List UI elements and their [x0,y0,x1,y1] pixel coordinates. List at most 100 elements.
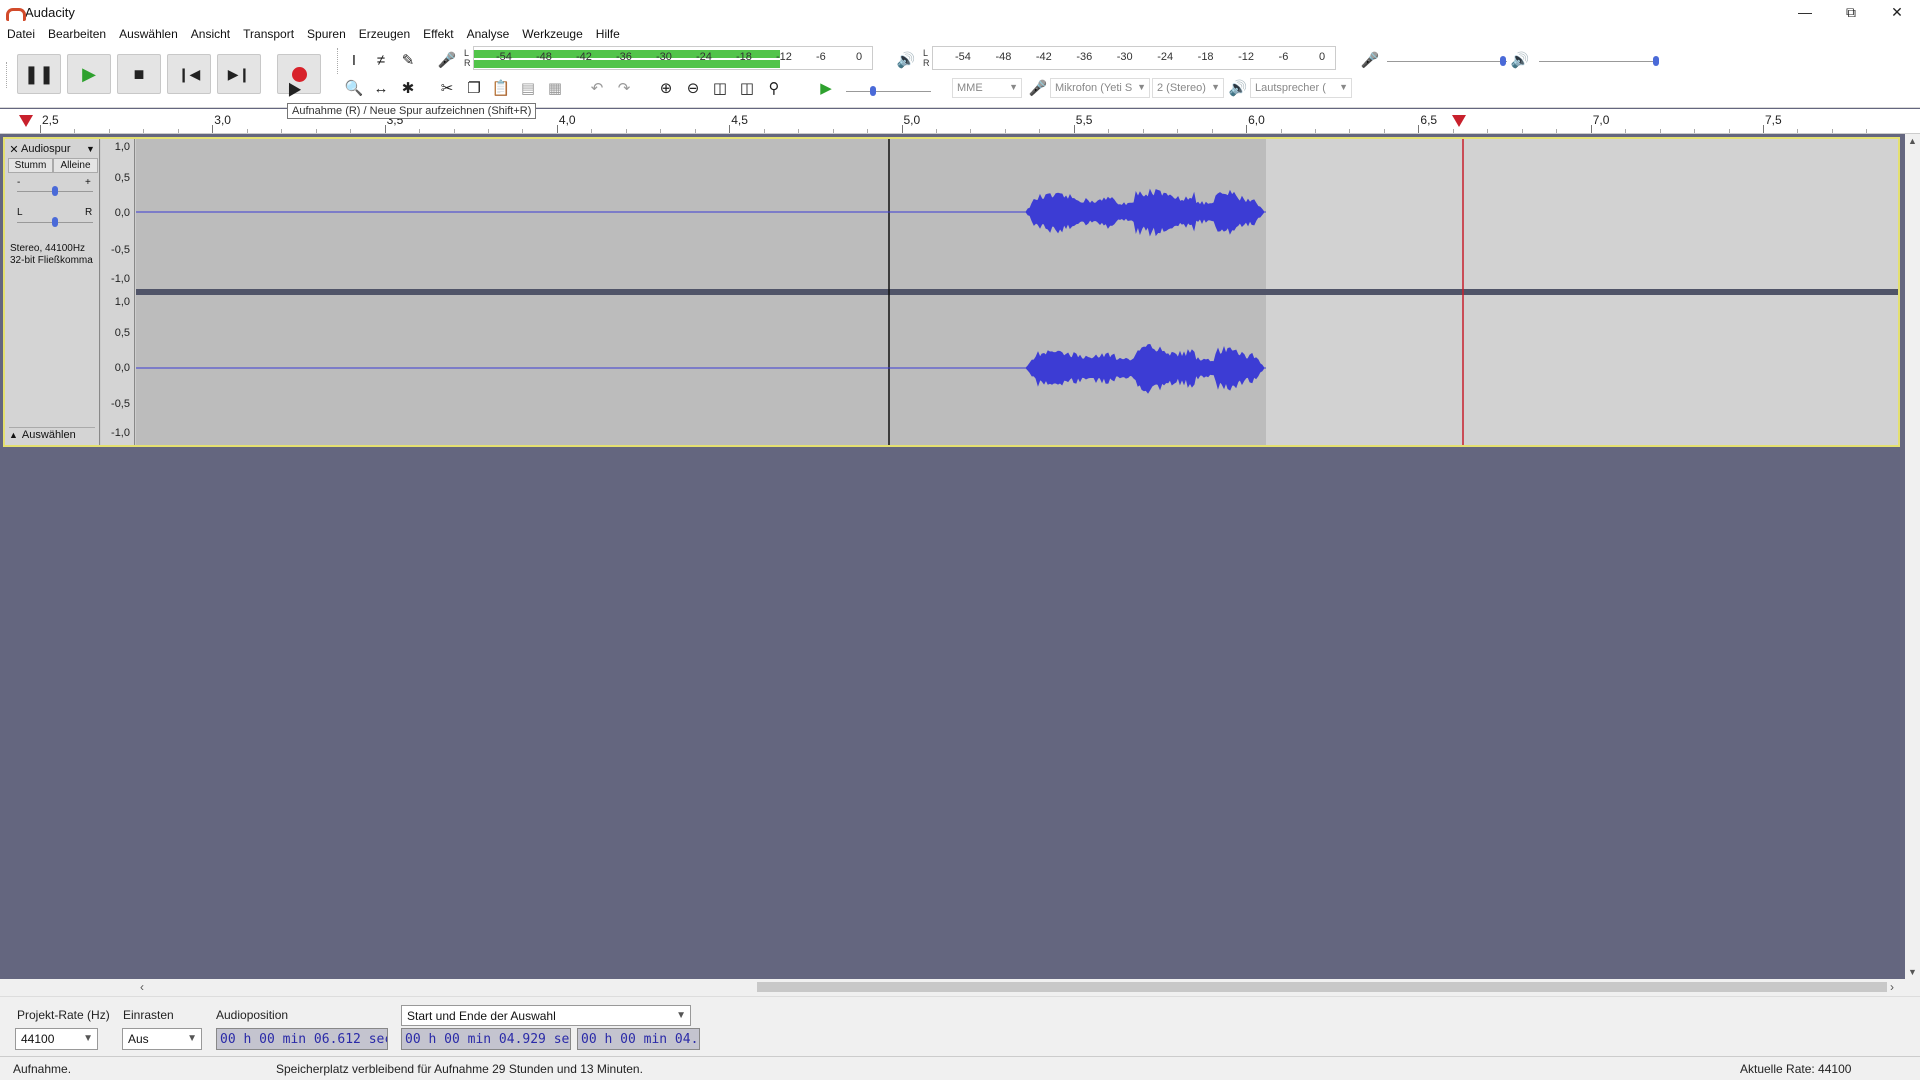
zoom-toggle-icon[interactable]: ⚲ [762,76,786,100]
recording-volume-slider[interactable] [1500,56,1506,66]
snap-combo[interactable]: Aus ▼ [122,1028,202,1050]
menu-auswaehlen[interactable]: Auswählen [119,27,178,41]
meter-lr-label: LR [464,48,471,68]
track-name[interactable]: Audiospur [21,143,86,155]
menu-werkzeuge[interactable]: Werkzeuge [522,27,582,41]
input-device-combo[interactable]: Mikrofon (Yeti S ▼ [1050,78,1150,98]
audio-track[interactable]: ✕ Audiospur ▼ Stumm Alleine - + L R Ster… [3,137,1900,447]
scroll-right-icon[interactable]: › [1890,980,1894,994]
menu-ansicht[interactable]: Ansicht [191,27,230,41]
envelope-tool-icon[interactable]: ≠ [369,48,393,72]
scroll-left-icon[interactable]: ‹ [140,980,144,994]
play-speed-slider[interactable] [870,86,876,96]
paste-icon[interactable]: 📋 [489,76,513,100]
skip-start-button[interactable]: ❙◀ [167,54,211,94]
playback-volume-track [1539,61,1659,62]
play-button[interactable]: ▶ [67,54,111,94]
timeline-minor-tick [1556,129,1558,133]
playback-volume-slider[interactable] [1653,56,1659,66]
playback-volume-speaker-icon: 🔊 [1510,52,1530,69]
status-bar: Aufnahme. Speicherplatz verbleibend für … [0,1056,1920,1080]
timeline-major-tick [1590,125,1592,133]
skip-end-button[interactable]: ▶❙ [217,54,261,94]
playback-meter-speaker-icon[interactable]: 🔊 [894,48,918,72]
selection-mode-value: Start und Ende der Auswahl [407,1008,556,1023]
scroll-up-icon[interactable]: ▲ [1908,136,1917,146]
menu-erzeugen[interactable]: Erzeugen [359,27,410,41]
audio-position-field[interactable]: 00 h 00 min 06.612 sec [216,1028,388,1050]
close-icon[interactable]: ✕ [1874,0,1920,24]
recording-volume-mic-icon: 🎤 [1360,52,1380,69]
playhead-marker-icon[interactable] [1452,115,1466,127]
pan-right-label: R [85,207,93,218]
status-rate: Aktuelle Rate: 44100 [1740,1062,1852,1076]
chevron-down-icon: ▼ [676,1010,686,1021]
selection-start-field[interactable]: 00 h 00 min 04.929 sec [401,1028,571,1050]
track-menu-chevron-icon[interactable]: ▼ [86,144,98,154]
multi-tool-icon[interactable]: ✱ [396,76,420,100]
minimize-icon[interactable]: — [1782,0,1828,24]
menu-bearbeiten[interactable]: Bearbeiten [48,27,106,41]
zoom-out-icon[interactable]: ⊖ [681,76,705,100]
gain-slider[interactable] [52,186,58,196]
redo-icon[interactable]: ↷ [612,76,636,100]
selection-end-field[interactable]: 00 h 00 min 04.92 [577,1028,700,1050]
zoom-in-icon[interactable]: ⊕ [654,76,678,100]
play-at-speed-icon[interactable]: ▶ [814,76,838,100]
selection-tool-icon[interactable]: I [342,48,366,72]
horizontal-scrollbar[interactable]: ‹ › [0,979,1920,996]
record-meter-mic-icon[interactable]: 🎤 [435,48,459,72]
horizontal-scroll-thumb[interactable] [757,982,1887,992]
mute-button[interactable]: Stumm [8,158,53,173]
audio-host-combo[interactable]: MME ▼ [952,78,1022,98]
project-rate-combo[interactable]: 44100 ▼ [15,1028,98,1050]
timeline-label: 7,0 [1592,113,1610,127]
stop-button[interactable]: ■ [117,54,161,94]
timeshift-tool-icon[interactable]: ↔ [369,76,393,100]
draw-tool-icon[interactable]: ✎ [396,48,420,72]
menu-hilfe[interactable]: Hilfe [596,27,620,41]
track-close-icon[interactable]: ✕ [7,143,21,156]
window-title: Audacity [25,4,75,20]
menu-spuren[interactable]: Spuren [307,27,346,41]
zoom-tool-icon[interactable]: 🔍 [342,76,366,100]
copy-icon[interactable]: ❐ [462,76,486,100]
timeline-minor-tick [315,129,317,133]
pan-slider[interactable] [52,217,58,227]
gain-plus-label: + [85,177,91,188]
channels-combo[interactable]: 2 (Stereo) ▼ [1152,78,1224,98]
track-area[interactable]: ✕ Audiospur ▼ Stumm Alleine - + L R Ster… [0,134,1905,979]
status-disk-space: Speicherplatz verbleibend für Aufnahme 2… [276,1062,643,1076]
scroll-down-icon[interactable]: ▼ [1908,967,1917,977]
menu-datei[interactable]: Datei [7,27,35,41]
output-device-combo[interactable]: Lautsprecher (▼ [1250,78,1352,98]
toolbar-grip[interactable] [6,62,9,88]
menu-effekt[interactable]: Effekt [423,27,453,41]
fit-project-icon[interactable]: ◫ [735,76,759,100]
chevron-down-icon: ▼ [1211,82,1220,92]
silence-icon[interactable]: ▦ [543,76,567,100]
timeline-minor-tick [74,129,76,133]
timeline-minor-tick [1487,129,1489,133]
selection-mode-combo[interactable]: Start und Ende der Auswahl ▼ [401,1005,691,1026]
play-region-start-icon[interactable] [19,115,33,127]
menu-transport[interactable]: Transport [243,27,294,41]
chevron-down-icon: ▼ [83,1033,93,1044]
record-tooltip: Aufnahme (R) / Neue Spur aufzeichnen (Sh… [287,103,537,119]
undo-icon[interactable]: ↶ [585,76,609,100]
restore-icon[interactable]: ⧉ [1828,0,1874,24]
menu-analyse[interactable]: Analyse [467,27,510,41]
vertical-scrollbar[interactable]: ▲ ▼ [1905,134,1920,979]
track-select-button[interactable]: ▲ Auswählen [9,427,95,441]
trim-icon[interactable]: ▤ [516,76,540,100]
tools-grip[interactable] [337,48,340,74]
pause-button[interactable]: ❚❚ [17,54,61,94]
fit-selection-icon[interactable]: ◫ [708,76,732,100]
solo-button[interactable]: Alleine [53,158,98,173]
playback-meter[interactable]: -54 -48 -42 -36 -30 -24 -18 -12 -6 0 [932,46,1336,70]
channels-value: 2 (Stereo) [1157,82,1206,94]
waveform-display[interactable] [136,139,1898,445]
cut-icon[interactable]: ✂ [435,76,459,100]
meter-tick-label: -54 [496,51,512,63]
record-meter[interactable]: -54 -48 -42 -36 -30 -24 -18 -12 -6 0 [473,46,873,70]
